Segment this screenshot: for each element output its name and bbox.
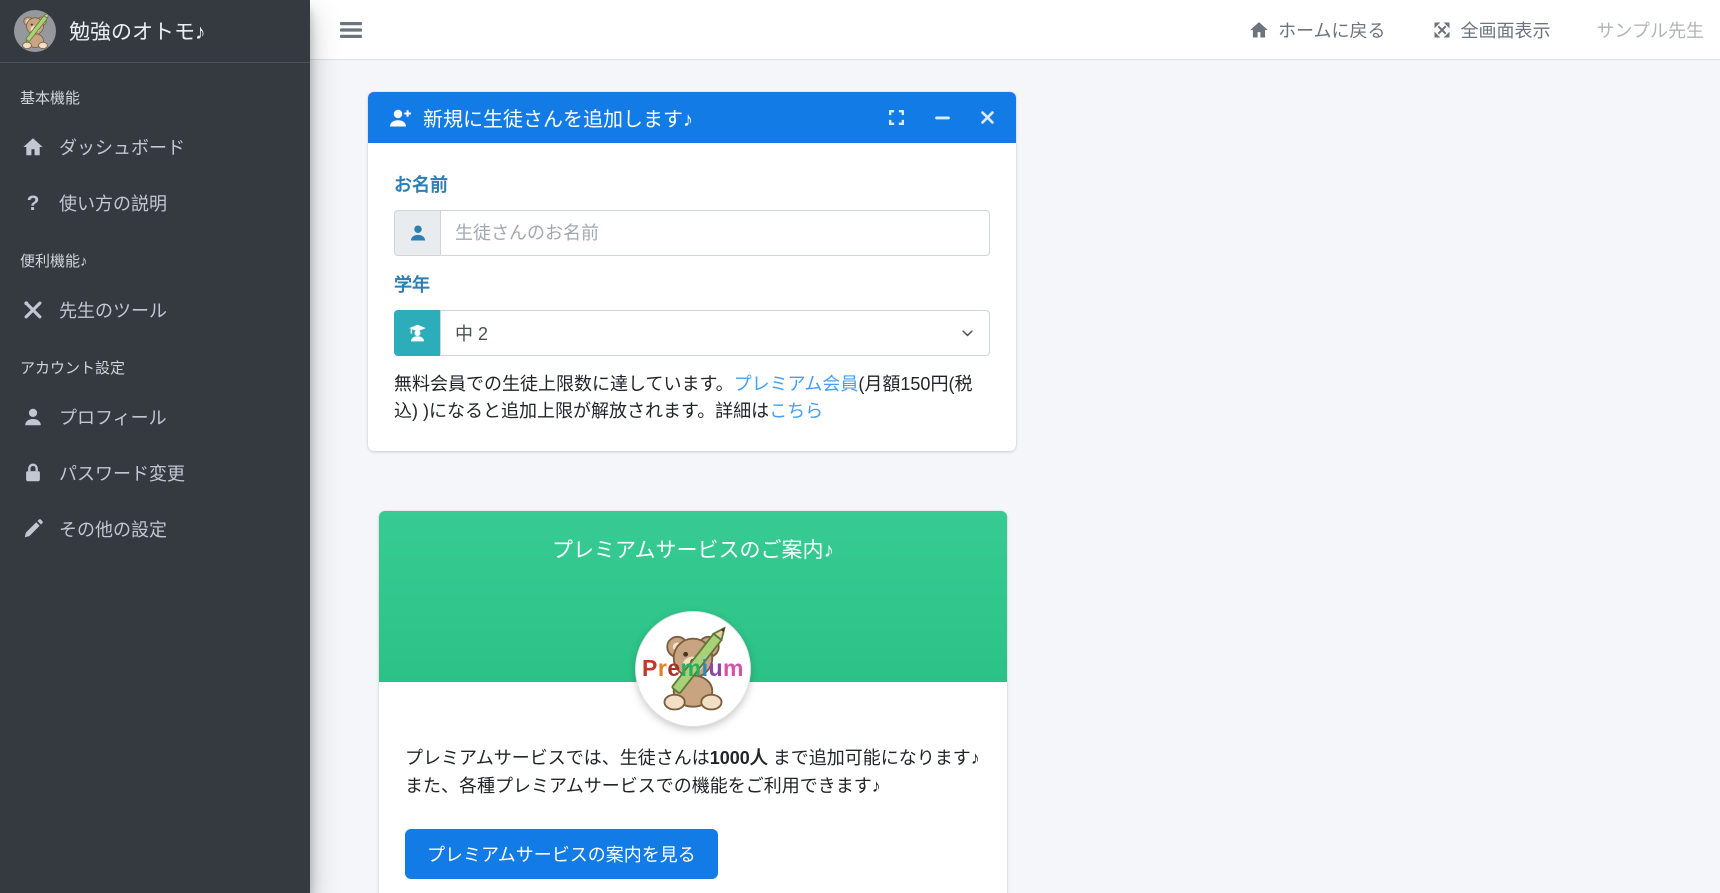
bear-logo-icon [14,10,56,52]
sidebar-item-label: パスワード変更 [59,464,185,484]
add-student-card: 新規に生徒さんを追加します♪ お名前 生徒さんのお名前 学年 中 2 無料会員で… [368,92,1016,451]
pencil-icon [20,518,46,540]
home-icon [1249,20,1269,40]
card-title: 新規に生徒さんを追加します♪ [423,109,693,131]
nav-section-basic: 基本機能 [20,90,81,107]
premium-member-link[interactable]: プレミアム会員 [734,374,859,394]
premium-description: プレミアムサービスでは、生徒さんは1000人 まで追加可能になります♪また、各種… [405,748,980,796]
details-link[interactable]: こちら [769,401,823,421]
hamburger-menu-icon[interactable] [334,15,368,45]
limit-notice: 無料会員での生徒上限数に達しています。プレミアム会員(月額150円(税込) )に… [394,374,973,421]
topbar: ホームに戻る 全画面表示 サンプル先生 [310,0,1720,60]
app-title: 勉強のオトモ♪ [69,21,206,44]
user-graduate-icon [394,310,440,356]
sidebar-item-label: ダッシュボード [59,138,185,158]
content-area: 新規に生徒さんを追加します♪ お名前 生徒さんのお名前 学年 中 2 無料会員で… [310,60,1720,893]
user-menu[interactable]: サンプル先生 [1597,17,1704,43]
sidebar-item-label: 先生のツール [59,301,167,321]
nav-section-account: アカウント設定 [20,360,126,377]
sidebar-item-other-settings[interactable]: その他の設定 [10,502,300,556]
premium-bear-badge: Premium [636,612,750,726]
sidebar-item-dashboard[interactable]: ダッシュボード [10,120,300,174]
home-return-link[interactable]: ホームに戻る [1249,17,1386,43]
user-icon [20,406,46,428]
grade-select[interactable]: 中 2 [440,310,990,356]
minimize-icon[interactable] [933,108,952,127]
add-student-card-header: 新規に生徒さんを追加します♪ [368,92,1016,143]
maximize-icon[interactable] [887,108,906,127]
sidebar-item-label: 使い方の説明 [59,194,167,214]
sidebar-nav: 基本機能 ダッシュボード ? 使い方の説明 便利機能♪ 先生のツール アカウント… [0,63,310,564]
premium-title: プレミアムサービスのご案内♪ [551,539,835,562]
premium-badge-label: Premium [642,654,744,681]
sidebar-item-label: プロフィール [59,408,167,428]
brand-link[interactable]: 勉強のオトモ♪ [0,0,310,63]
view-premium-button[interactable]: プレミアムサービスの案内を見る [405,828,718,879]
tools-icon [20,299,46,321]
user-plus-icon [388,106,412,130]
sidebar-item-password[interactable]: パスワード変更 [10,446,300,500]
premium-card: プレミアムサービスのご案内♪ Premium プレミアムサービスでは、生徒さんは… [379,511,1007,893]
user-icon [394,210,440,256]
sidebar-item-help[interactable]: ? 使い方の説明 [10,176,300,230]
home-icon [20,136,46,158]
sidebar-item-teacher-tools[interactable]: 先生のツール [10,283,300,337]
sidebar-item-label: その他の設定 [59,520,167,540]
sidebar-item-profile[interactable]: プロフィール [10,390,300,444]
grade-label: 学年 [394,275,430,295]
student-name-input[interactable] [440,210,990,256]
lock-icon [20,462,46,484]
fullscreen-link[interactable]: 全画面表示 [1432,17,1551,43]
sidebar: 勉強のオトモ♪ 基本機能 ダッシュボード ? 使い方の説明 便利機能♪ 先生のツ… [0,0,310,893]
nav-section-tools: 便利機能♪ [20,253,88,270]
name-label: お名前 [394,175,448,195]
chevron-down-icon [960,326,975,341]
question-icon: ? [26,191,40,215]
close-icon[interactable] [979,109,996,126]
expand-arrows-icon [1432,20,1452,40]
